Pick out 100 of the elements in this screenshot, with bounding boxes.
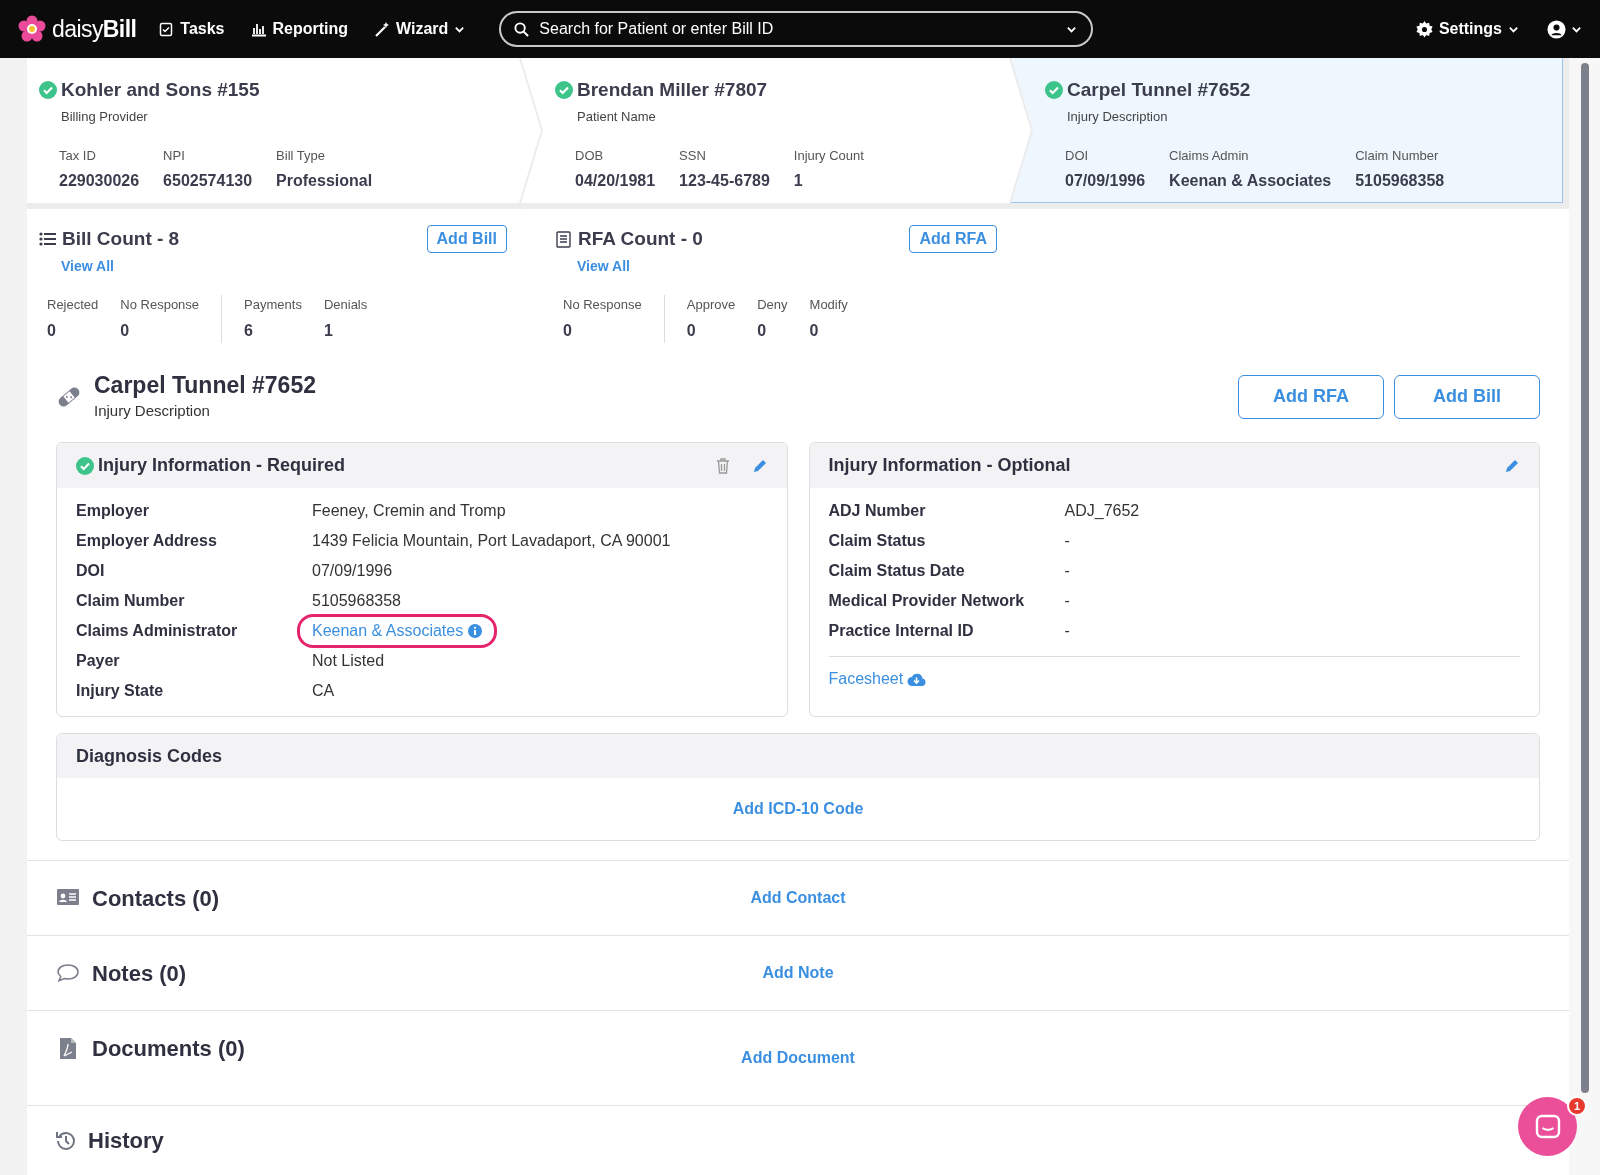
section-add-link[interactable]: Add Document [741, 1046, 855, 1071]
info-label: Practice Internal ID [828, 621, 975, 642]
count-label: No Response [563, 295, 642, 314]
breadcrumb-subtitle: Injury Description [1067, 107, 1168, 126]
panel-title: Injury Information - Optional [828, 454, 1071, 478]
field-label: Bill Type [276, 147, 326, 165]
field-value: Professional [276, 170, 373, 191]
speech-bubble-icon [56, 962, 80, 985]
add-button[interactable]: Add RFA [909, 225, 997, 253]
flower-logo-icon [18, 15, 46, 43]
field-label: DOI [1065, 147, 1090, 165]
header-action-button[interactable]: Add RFA [1238, 374, 1384, 419]
facesheet-link[interactable]: Facesheet [828, 667, 927, 692]
info-value: - [1064, 561, 1070, 582]
info-label: Employer [76, 501, 150, 522]
add-button[interactable]: Add Bill [426, 225, 507, 253]
info-label: Claim Number [76, 591, 186, 612]
nav-reporting-link[interactable]: Reporting [250, 17, 349, 41]
field-value: 6502574130 [163, 170, 253, 191]
claims-admin-link[interactable]: Keenan & Associates [312, 619, 483, 644]
count-value: 0 [686, 321, 697, 341]
count-value: 0 [120, 321, 131, 341]
count-value: 6 [244, 321, 254, 341]
trash-icon [715, 457, 730, 474]
field-value: 229030026 [59, 170, 140, 191]
count-value: 0 [563, 321, 573, 341]
list-icon [39, 230, 56, 248]
clipboard-check-icon [158, 21, 175, 37]
panel-title: Injury Information - Required [98, 454, 345, 478]
section-add-link[interactable]: Add Note [762, 961, 834, 986]
bar-chart-icon [250, 21, 267, 37]
settings-menu[interactable]: Settings [1415, 17, 1519, 41]
count-label: Denials [323, 295, 368, 314]
search-icon [514, 22, 530, 37]
info-value: ADJ_7652 [1064, 501, 1140, 522]
injury-title: Carpel Tunnel #7652 [94, 371, 316, 400]
info-value: Not Listed [312, 651, 385, 672]
info-value: CA [312, 681, 335, 702]
receipt-icon [555, 230, 572, 248]
nav-wizard-link[interactable]: Wizard [374, 17, 466, 41]
delete-button[interactable] [715, 457, 730, 474]
count-title: RFA Count - 0 [578, 227, 703, 251]
field-value: 5105968358 [1355, 170, 1445, 191]
field-label: Tax ID [59, 147, 97, 165]
count-value: 1 [323, 321, 334, 341]
add-icd-link[interactable]: Add ICD-10 Code [732, 797, 864, 822]
breadcrumb-card[interactable]: Carpel Tunnel #7652 Injury Description DOI 07/09/1996 Claims Admin Keenan & Associates Claim Number 5105968358 [1011, 58, 1563, 203]
info-value: - [1064, 531, 1070, 552]
info-label: Medical Provider Network [828, 591, 1026, 612]
breadcrumb-card[interactable]: Brendan Miller #7807 Patient Name DOB 04/20/1981 SSN 123-45-6789 Injury Count 1 [521, 58, 1031, 203]
info-label: ADJ Number [828, 501, 927, 522]
count-title: Bill Count - 8 [62, 227, 180, 251]
field-value: 123-45-6789 [679, 170, 770, 191]
field-label: SSN [679, 147, 707, 165]
chevron-down-icon [1066, 24, 1078, 35]
info-value: - [1064, 591, 1070, 612]
count-value: 0 [809, 321, 820, 341]
panel-title: Diagnosis Codes [76, 744, 223, 768]
nav-tasks-link[interactable]: Tasks [158, 17, 225, 41]
info-label: Claim Status [828, 531, 927, 552]
info-label: Claims Administrator [76, 621, 239, 642]
breadcrumb-title: Kohler and Sons #155 [61, 78, 260, 102]
section-title: Notes (0) [92, 959, 187, 988]
edit-icon [751, 457, 768, 474]
injury-subtitle: Injury Description [94, 400, 211, 421]
breadcrumb-subtitle: Billing Provider [61, 107, 148, 126]
count-value: 0 [47, 321, 57, 341]
info-label: Payer [76, 651, 121, 672]
breadcrumb-subtitle: Patient Name [577, 107, 656, 126]
info-value: - [1064, 621, 1070, 642]
count-value: 0 [757, 321, 768, 341]
breadcrumb-card[interactable]: Kohler and Sons #155 Billing Provider Tax ID 229030026 NPI 6502574130 Bill Type Professional [27, 58, 541, 203]
count-label: Approve [686, 295, 736, 314]
chat-icon [1533, 1112, 1562, 1141]
section-add-link[interactable]: Add Contact [750, 886, 846, 911]
info-value: Feeney, Cremin and Tromp [312, 501, 506, 522]
field-label: DOB [575, 147, 605, 165]
field-value: Keenan & Associates [1169, 170, 1332, 191]
field-label: Claims Admin [1169, 147, 1250, 165]
section-title: History [88, 1127, 164, 1156]
user-menu[interactable] [1547, 19, 1582, 39]
field-value: 07/09/1996 [1065, 170, 1146, 191]
count-label: Deny [757, 295, 788, 314]
info-value: 5105968358 [312, 591, 401, 612]
view-all-link[interactable]: View All [61, 255, 114, 277]
info-label: Injury State [76, 681, 165, 702]
edit-button[interactable] [751, 457, 768, 474]
info-icon [468, 624, 483, 639]
view-all-link[interactable]: View All [577, 255, 630, 277]
header-action-button[interactable]: Add Bill [1394, 374, 1540, 419]
count-label: Payments [244, 295, 302, 314]
scrollbar[interactable] [1580, 63, 1589, 1093]
info-value: 1439 Felicia Mountain, Port Lavadaport, CA 90001 [312, 531, 671, 552]
edit-button[interactable] [1504, 457, 1520, 474]
count-label: Rejected [47, 295, 99, 314]
field-label: Claim Number [1355, 147, 1440, 165]
logo-text[interactable]: daisyBill [52, 11, 137, 47]
field-value: 1 [793, 170, 804, 191]
info-value: 07/09/1996 [312, 561, 393, 582]
search-field[interactable]: Search for Patient or enter Bill ID [499, 11, 1094, 47]
